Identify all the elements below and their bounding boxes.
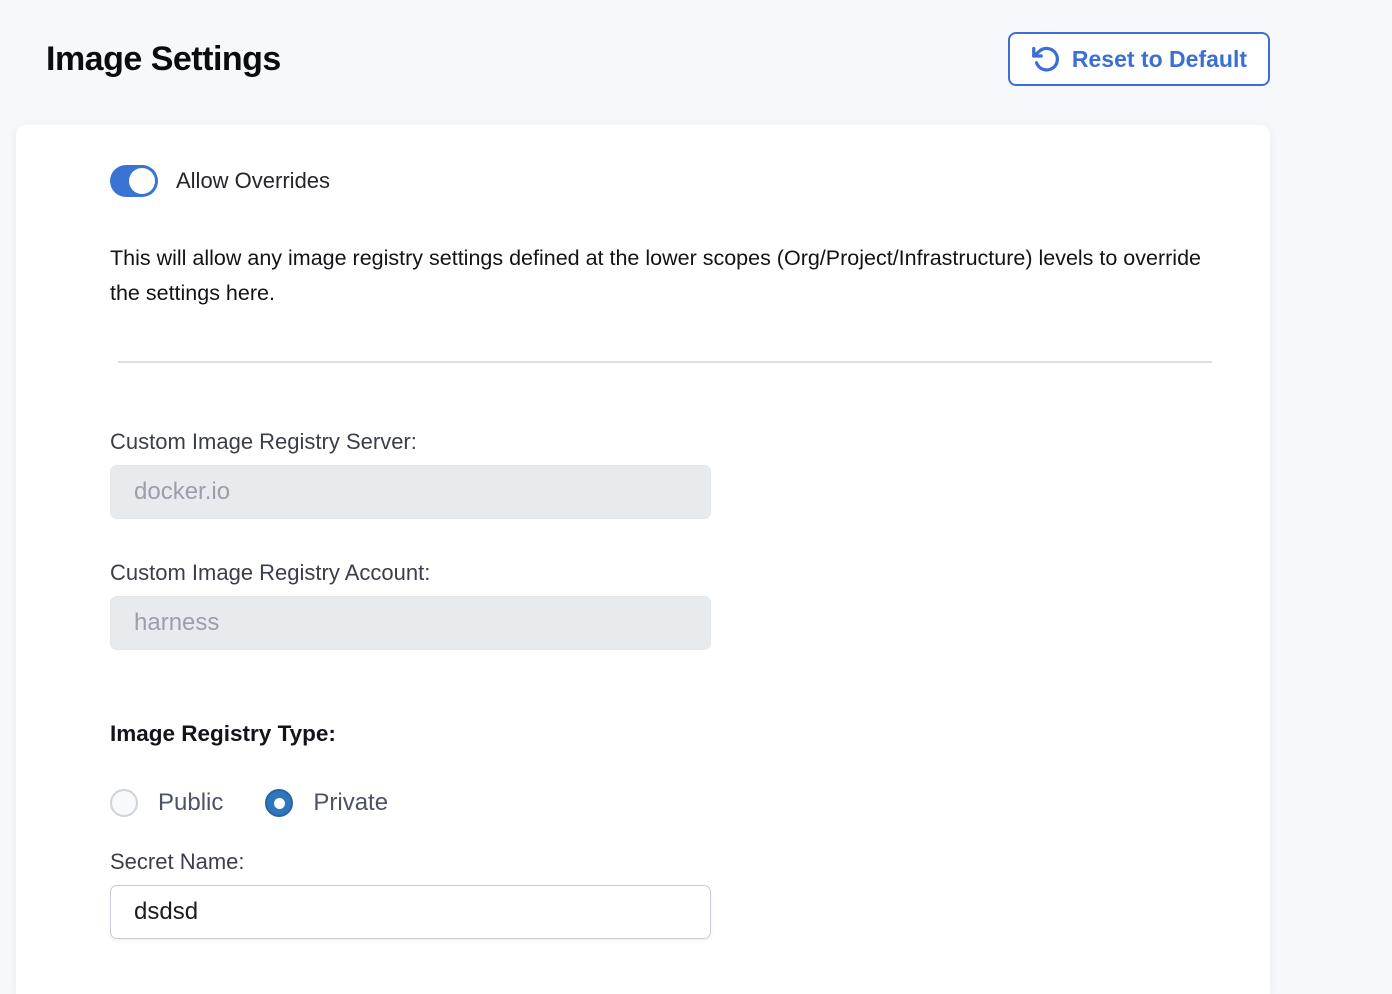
registry-type-options: Public Private	[110, 789, 1219, 817]
registry-account-input	[110, 596, 711, 650]
allow-overrides-toggle[interactable]	[110, 165, 158, 197]
registry-type-label: Image Registry Type:	[110, 721, 1219, 747]
radio-public-label: Public	[158, 789, 223, 817]
allow-overrides-description: This will allow any image registry setti…	[110, 241, 1220, 311]
reset-to-default-button[interactable]: Reset to Default	[1008, 32, 1270, 86]
image-settings-panel: Allow Overrides This will allow any imag…	[16, 125, 1270, 994]
registry-account-label: Custom Image Registry Account:	[110, 560, 1219, 586]
radio-option-private[interactable]: Private	[265, 789, 388, 817]
radio-private-icon	[265, 789, 293, 817]
secret-name-input[interactable]	[110, 885, 711, 939]
toggle-knob	[129, 168, 155, 194]
radio-option-public[interactable]: Public	[110, 789, 223, 817]
section-divider	[118, 361, 1212, 363]
page-title: Image Settings	[46, 40, 281, 79]
registry-server-label: Custom Image Registry Server:	[110, 429, 1219, 455]
registry-server-input	[110, 465, 711, 519]
secret-name-label: Secret Name:	[110, 849, 1219, 875]
page-header: Image Settings Reset to Default	[0, 0, 1392, 88]
reset-ccw-icon	[1031, 44, 1061, 74]
radio-public-icon	[110, 789, 138, 817]
allow-overrides-row: Allow Overrides	[110, 165, 1219, 197]
reset-button-label: Reset to Default	[1072, 46, 1247, 73]
allow-overrides-label: Allow Overrides	[176, 168, 330, 194]
radio-private-label: Private	[313, 789, 388, 817]
